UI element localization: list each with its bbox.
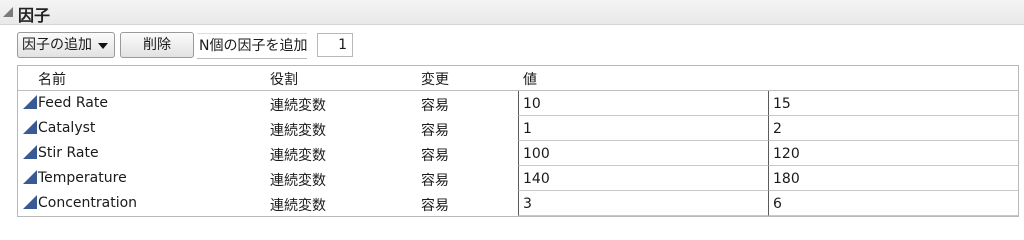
low-value-field[interactable]: 140 <box>518 166 768 191</box>
factor-name[interactable]: Feed Rate <box>38 95 108 111</box>
factor-change: 容易 <box>421 198 449 214</box>
section-title: 因子 <box>18 6 51 25</box>
factor-name[interactable]: Temperature <box>38 170 127 186</box>
table-row[interactable]: Catalyst 連続変数 容易 1 2 <box>18 116 1018 141</box>
header-name: 名前 <box>38 72 66 88</box>
factor-role: 連続変数 <box>270 123 326 139</box>
delete-button[interactable]: 削除 <box>120 32 194 58</box>
continuous-factor-icon <box>23 195 37 209</box>
continuous-factor-icon <box>23 170 37 184</box>
section-header[interactable]: 因子 <box>0 0 1024 25</box>
factor-change: 容易 <box>421 173 449 189</box>
add-n-factors-label: N個の因子を追加 <box>197 33 308 59</box>
low-value-field[interactable]: 10 <box>518 91 768 116</box>
high-value-field[interactable]: 180 <box>768 166 1018 191</box>
factor-change: 容易 <box>421 98 449 114</box>
factor-change: 容易 <box>421 123 449 139</box>
n-factors-input[interactable]: 1 <box>317 33 353 57</box>
header-change: 変更 <box>421 72 449 88</box>
table-row[interactable]: Temperature 連続変数 容易 140 180 <box>18 166 1018 191</box>
table-row[interactable]: Concentration 連続変数 容易 3 6 <box>18 191 1018 216</box>
low-value-field[interactable]: 3 <box>518 191 768 216</box>
header-role: 役割 <box>270 72 298 88</box>
continuous-factor-icon <box>23 95 37 109</box>
high-value-field[interactable]: 15 <box>768 91 1018 116</box>
factor-name[interactable]: Stir Rate <box>38 145 99 161</box>
add-factor-button[interactable]: 因子の追加 <box>17 32 115 58</box>
table-row[interactable]: Stir Rate 連続変数 容易 100 120 <box>18 141 1018 166</box>
factors-table: 名前 役割 変更 値 Feed Rate 連続変数 容易 10 15 Catal… <box>17 65 1019 217</box>
table-row[interactable]: Feed Rate 連続変数 容易 10 15 <box>18 91 1018 116</box>
add-factor-label: 因子の追加 <box>22 37 92 53</box>
chevron-down-icon <box>98 43 108 49</box>
factor-role: 連続変数 <box>270 148 326 164</box>
factor-name[interactable]: Catalyst <box>38 120 95 136</box>
high-value-field[interactable]: 120 <box>768 141 1018 166</box>
factor-role: 連続変数 <box>270 198 326 214</box>
factor-name[interactable]: Concentration <box>38 195 137 211</box>
factor-role: 連続変数 <box>270 98 326 114</box>
continuous-factor-icon <box>23 120 37 134</box>
continuous-factor-icon <box>23 145 37 159</box>
high-value-field[interactable]: 6 <box>768 191 1018 216</box>
factor-change: 容易 <box>421 148 449 164</box>
factors-panel: 因子 因子の追加 削除 N個の因子を追加 1 名前 役割 変更 値 Feed R… <box>0 0 1024 219</box>
disclosure-triangle-icon[interactable] <box>3 7 13 17</box>
low-value-field[interactable]: 100 <box>518 141 768 166</box>
factor-role: 連続変数 <box>270 173 326 189</box>
low-value-field[interactable]: 1 <box>518 116 768 141</box>
header-values: 値 <box>523 72 537 88</box>
high-value-field[interactable]: 2 <box>768 116 1018 141</box>
